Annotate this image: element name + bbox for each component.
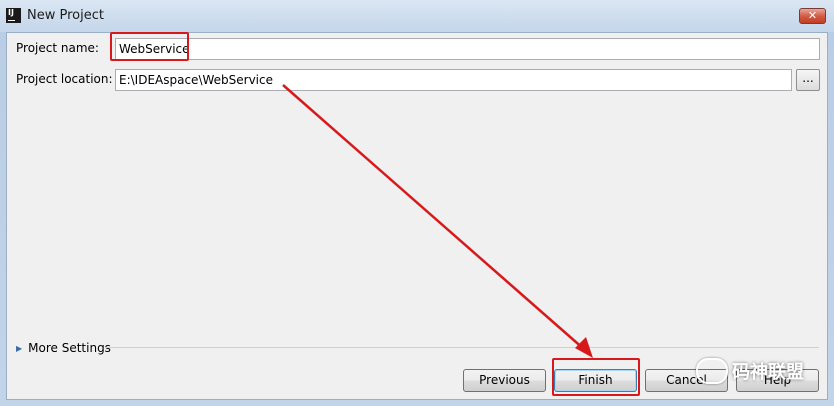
watermark-text: 码神联盟: [732, 362, 804, 383]
watermark: 码神联盟: [696, 356, 804, 386]
new-project-dialog: IJ New Project ✕ Project name: WebServic…: [0, 0, 834, 406]
annotation-arrow: [282, 84, 593, 358]
wechat-icon: [696, 358, 728, 384]
